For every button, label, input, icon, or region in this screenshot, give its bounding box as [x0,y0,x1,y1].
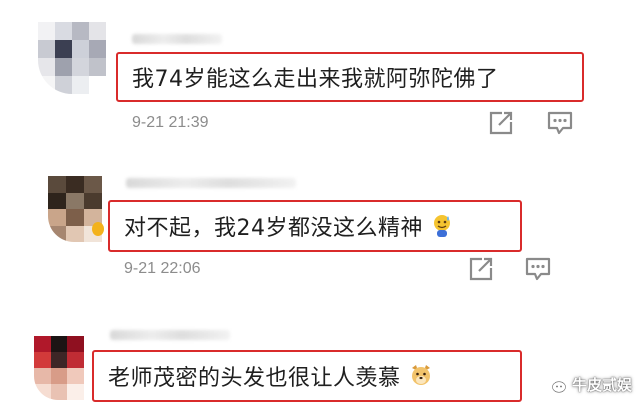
comment-bubble: 老师茂密的头发也很让人羡慕 [92,350,522,402]
username-blurred[interactable] [110,330,230,340]
avatar-badge [92,222,104,236]
comment-text: 老师茂密的头发也很让人羡慕 [108,366,401,391]
watermark: 牛皮贰娱 [542,374,632,395]
comment-bubble: 对不起，我24岁都没这么精神 [108,200,522,252]
comment-timestamp: 9-21 22:06 [124,260,201,277]
comment-reply-icon[interactable] [524,256,552,282]
wechat-icon [542,375,566,393]
share-icon[interactable] [468,256,494,282]
comment-reply-icon[interactable] [546,110,574,136]
avatar[interactable] [34,336,84,400]
watermark-text: 牛皮贰娱 [571,376,632,394]
comment-text: 对不起，我24岁都没这么精神 [124,216,423,241]
comment-text: 我74岁能这么走出来我就阿弥陀佛了 [132,67,499,92]
comment-timestamp: 9-21 21:39 [132,114,209,131]
dog-emoji [409,363,431,389]
comment-bubble: 我74岁能这么走出来我就阿弥陀佛了 [116,52,584,102]
username-blurred[interactable] [126,178,296,188]
avatar[interactable] [38,22,106,94]
username-blurred[interactable] [132,34,222,44]
share-icon[interactable] [488,110,514,136]
sweat-smile-emoji [431,213,453,239]
